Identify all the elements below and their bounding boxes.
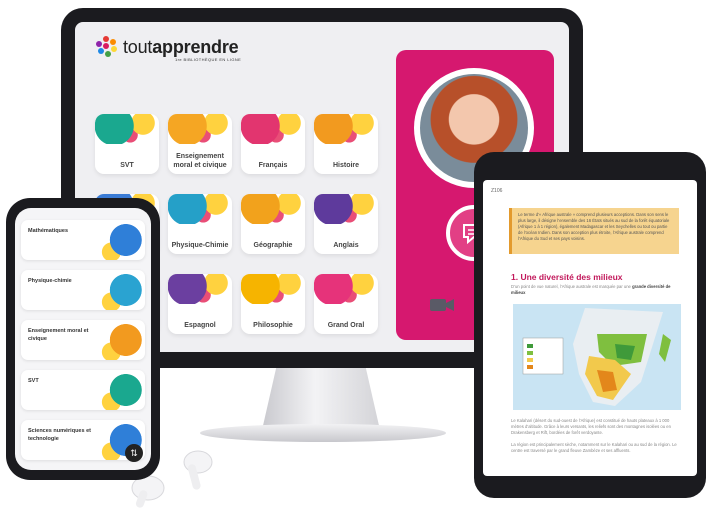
subject-tile[interactable]: Français — [241, 114, 305, 174]
smartphone: Sciences numériques et technologie SVT Ens… — [6, 198, 160, 480]
logo-dot — [96, 41, 102, 47]
body-paragraph: La région est principalement sèche, nota… — [511, 442, 677, 453]
subject-list-label: Sciences numériques et technologie — [28, 428, 91, 442]
subject-list-label: Enseignement moral et civique — [28, 328, 89, 342]
subject-thumbnail — [97, 370, 145, 410]
tablet: Z106 Le terme d’« Afrique australe » com… — [474, 152, 706, 498]
africa-map-figure — [513, 304, 681, 410]
subject-list-label: SVT — [28, 378, 39, 384]
subject-illustration — [241, 114, 305, 144]
subject-label: Anglais — [333, 242, 359, 249]
brand-name: toutapprendre — [123, 36, 239, 57]
subject-illustration — [314, 114, 378, 144]
subject-thumbnail — [97, 320, 145, 360]
logo-dot — [98, 48, 104, 54]
subject-illustration — [314, 194, 378, 224]
subject-illustration — [314, 274, 378, 304]
subject-list-label: Physique-chimie — [28, 278, 72, 284]
subject-illustration — [241, 194, 305, 224]
subject-label: Enseignement moral et civique — [173, 153, 227, 169]
subject-label: Espagnol — [184, 322, 216, 329]
subject-label: Histoire — [332, 162, 360, 169]
subject-thumbnail — [97, 270, 145, 310]
product-showcase: toutapprendre 1re BIBLIOTHÈQUE EN LIGNE … — [0, 0, 707, 515]
subject-list-item[interactable]: Enseignement moral et civique — [21, 320, 145, 360]
subject-tile[interactable]: Histoire — [314, 114, 378, 174]
subject-list-item[interactable]: Physique-chimie — [21, 270, 145, 310]
body-paragraph: Le Kalahari (désert du sud-ouest de l’Af… — [511, 418, 671, 435]
logo-dot — [111, 46, 117, 52]
subject-tile[interactable]: Anglais — [314, 194, 378, 254]
logo-dot — [103, 36, 109, 42]
section-paragraph: D’un point de vue naturel, l’Afrique aus… — [511, 284, 671, 295]
logo-dot — [105, 51, 111, 57]
subject-tile[interactable]: Géographie — [241, 194, 305, 254]
subject-tile[interactable]: Grand Oral — [314, 274, 378, 334]
subject-tile[interactable]: Philosophie — [241, 274, 305, 334]
subject-thumbnail — [97, 220, 145, 260]
subject-label: SVT — [120, 162, 134, 169]
sort-button[interactable]: ⇅ — [125, 444, 143, 462]
brand-logo[interactable]: toutapprendre — [95, 36, 239, 58]
page-label: Z106 — [491, 188, 503, 194]
subject-illustration — [168, 114, 232, 144]
subject-list-item[interactable]: Mathématiques — [21, 220, 145, 260]
phone-screen: Sciences numériques et technologie SVT Ens… — [15, 208, 151, 470]
intro-callout: Le terme d’« Afrique australe » comprend… — [509, 208, 679, 254]
subject-label: Grand Oral — [327, 322, 365, 329]
monitor-stand — [262, 368, 380, 430]
monitor-base — [200, 424, 446, 442]
subject-list-label: Mathématiques — [28, 228, 69, 234]
subject-label: Philosophie — [253, 322, 293, 329]
logo-dot — [110, 39, 116, 45]
subject-tile[interactable]: SVT — [95, 114, 159, 174]
subject-label: Géographie — [253, 242, 293, 249]
subject-label: Français — [258, 162, 288, 169]
logo-dots-icon — [95, 36, 117, 58]
subject-list-item[interactable]: SVT — [21, 370, 145, 410]
subject-illustration — [168, 274, 232, 304]
subject-tile[interactable]: Enseignement moral et civique — [168, 114, 232, 174]
tablet-screen: Z106 Le terme d’« Afrique australe » com… — [483, 180, 697, 476]
video-camera-icon[interactable] — [430, 298, 454, 312]
subject-label: Physique-Chimie — [171, 242, 229, 249]
subject-tile[interactable]: Physique-Chimie — [168, 194, 232, 254]
logo-dot — [103, 43, 109, 49]
subject-tile[interactable]: Espagnol — [168, 274, 232, 334]
brand-tagline: 1re BIBLIOTHÈQUE EN LIGNE — [175, 57, 242, 62]
subject-illustration — [241, 274, 305, 304]
subject-illustration — [168, 194, 232, 224]
subject-illustration — [95, 114, 159, 144]
section-heading: 1. Une diversité des milieux — [511, 272, 623, 282]
